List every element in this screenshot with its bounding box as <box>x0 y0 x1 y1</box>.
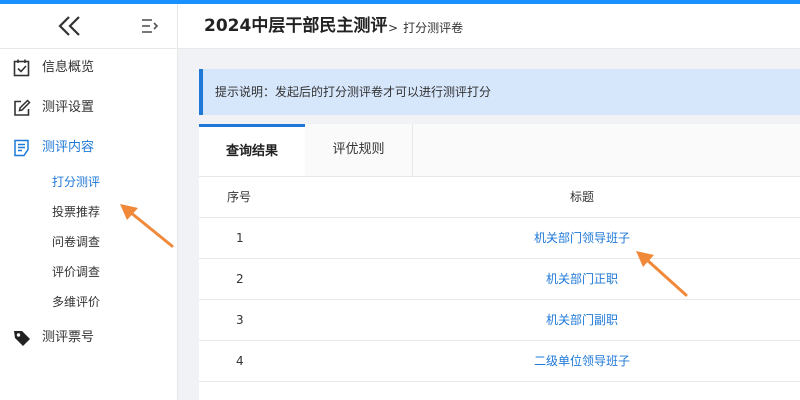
tab-bar: 查询结果 评优规则 <box>199 124 800 177</box>
sidebar-item-overview[interactable]: 信息概览 <box>0 56 177 80</box>
sidebar: 信息概览 测评设置 测评内容 打分测评 投票推荐 问卷调查 评价调查 多维评价 … <box>0 4 178 400</box>
page-header: 2024中层干部民主测评 > 打分测评卷 <box>178 4 800 49</box>
sidebar-subitem-multidimensional[interactable]: 多维评价 <box>52 293 100 311</box>
sidebar-item-label: 信息概览 <box>42 60 95 75</box>
notice-text: 提示说明：发起后的打分测评卷才可以进行测评打分 <box>215 85 492 99</box>
tab-query-results[interactable]: 查询结果 <box>199 124 305 176</box>
main-content: 2024中层干部民主测评 > 打分测评卷 提示说明：发起后的打分测评卷才可以进行测… <box>178 4 800 400</box>
breadcrumb: > 打分测评卷 <box>388 19 463 37</box>
menu-fold-icon[interactable] <box>140 16 160 36</box>
list-icon <box>14 139 29 157</box>
row-index: 3 <box>236 313 244 327</box>
edit-icon <box>14 99 31 116</box>
notice-banner: 提示说明：发起后的打分测评卷才可以进行测评打分 <box>199 69 800 115</box>
table-row: 3 机关部门副职 <box>199 300 800 341</box>
column-header-title: 标题 <box>570 190 595 204</box>
sidebar-item-label: 测评设置 <box>42 100 95 115</box>
results-panel: 查询结果 评优规则 序号 标题 1 机关部门领导班子 2 机关部门正职 3 机关… <box>199 124 800 400</box>
tab-label: 查询结果 <box>225 144 278 159</box>
sidebar-item-ticket[interactable]: 测评票号 <box>0 326 177 350</box>
tab-label: 评优规则 <box>332 142 385 157</box>
table-row: 1 机关部门领导班子 <box>199 218 800 259</box>
sidebar-subitem-survey[interactable]: 问卷调查 <box>52 233 100 251</box>
sidebar-subitem-scoring[interactable]: 打分测评 <box>52 173 100 191</box>
row-title-link[interactable]: 机关部门正职 <box>449 270 715 288</box>
row-title-link[interactable]: 二级单位领导班子 <box>449 352 715 370</box>
tab-award-rules[interactable]: 评优规则 <box>305 124 413 176</box>
sidebar-item-label: 测评内容 <box>42 140 95 155</box>
sidebar-item-settings[interactable]: 测评设置 <box>0 96 177 120</box>
row-title-link[interactable]: 机关部门领导班子 <box>449 229 715 247</box>
sidebar-item-label: 测评票号 <box>42 330 95 345</box>
breadcrumb-separator: > <box>388 21 399 35</box>
table-row: 2 机关部门正职 <box>199 259 800 300</box>
table-header: 序号 标题 <box>199 177 800 218</box>
column-header-index: 序号 <box>227 190 252 204</box>
breadcrumb-current: 打分测评卷 <box>403 21 464 35</box>
sidebar-item-content[interactable]: 测评内容 <box>0 136 177 160</box>
page-title: 2024中层干部民主测评 <box>204 16 388 36</box>
double-chevron-left-icon[interactable] <box>56 14 84 38</box>
checkbox-icon <box>13 59 30 77</box>
sidebar-subitem-voting[interactable]: 投票推荐 <box>52 203 100 221</box>
row-index: 4 <box>236 354 244 368</box>
sidebar-subitem-evaluation[interactable]: 评价调查 <box>52 263 100 281</box>
table-row: 4 二级单位领导班子 <box>199 341 800 382</box>
row-index: 2 <box>236 272 244 286</box>
row-title-link[interactable]: 机关部门副职 <box>449 311 715 329</box>
row-index: 1 <box>236 231 244 245</box>
sidebar-header <box>0 4 177 49</box>
tag-icon <box>14 331 30 346</box>
